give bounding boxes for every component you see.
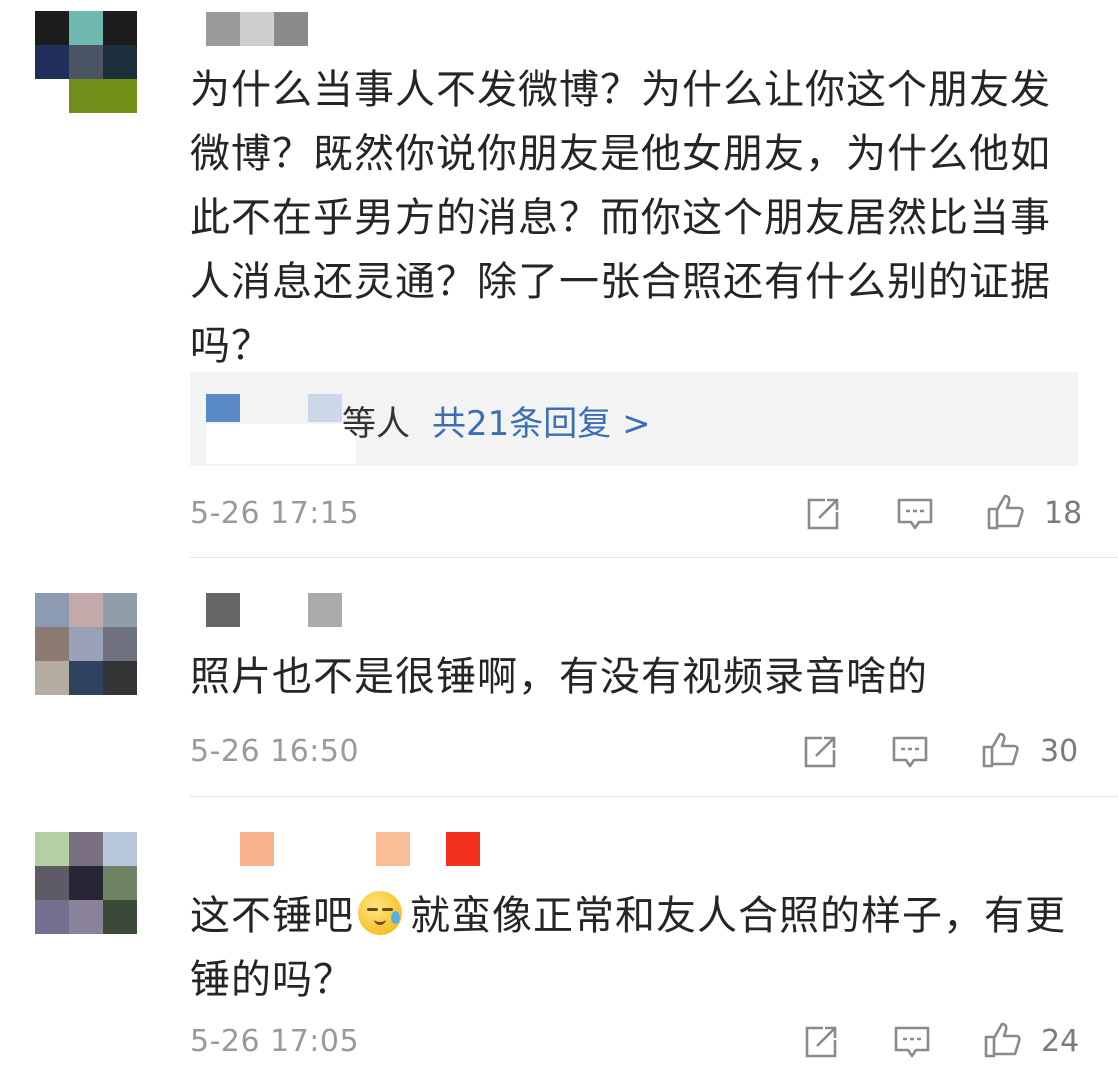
reply-avatar-blurred — [206, 394, 240, 422]
avatar[interactable] — [35, 593, 137, 695]
comment-text: 照片也不是很锤啊，有没有视频录音啥的 — [190, 654, 928, 700]
reply-preview[interactable]: 等人 共21条回复 > — [190, 372, 1078, 466]
share-button[interactable] — [800, 732, 840, 772]
like-count: 18 — [1044, 496, 1083, 531]
share-button[interactable] — [801, 1022, 841, 1062]
like-button[interactable] — [980, 730, 1020, 770]
share-button[interactable] — [803, 494, 843, 534]
like-icon — [982, 732, 1019, 768]
reply-name-blurred — [308, 394, 342, 422]
comment-button[interactable] — [890, 732, 930, 772]
share-icon — [804, 736, 836, 768]
like-icon — [987, 494, 1024, 530]
share-icon — [807, 498, 839, 530]
divider — [190, 557, 1118, 558]
comment-text: 为什么当事人不发微博？为什么让你这个朋友发微博？既然你说你朋友是他女朋友，为什么… — [190, 67, 1051, 369]
avatar[interactable] — [35, 832, 137, 934]
timestamp: 5-26 16:50 — [190, 734, 360, 769]
like-count: 24 — [1041, 1024, 1080, 1059]
like-icon — [984, 1022, 1021, 1058]
comment-text: 这不锤吧 就蛮像正常和友人合照的样子，有更锤的吗？ — [190, 884, 1070, 1012]
avatar[interactable] — [35, 11, 137, 113]
comment-text-part: 这不锤吧 — [190, 893, 354, 939]
share-icon — [805, 1026, 837, 1058]
reply-name-blurred — [206, 424, 356, 464]
sweat-emoji-icon — [358, 891, 402, 935]
timestamp: 5-26 17:15 — [190, 496, 360, 531]
comment-button[interactable] — [895, 494, 935, 534]
reply-prefix: 等人 — [342, 404, 410, 444]
comment-icon — [897, 498, 933, 530]
view-replies-link[interactable]: 共21条回复 > — [432, 396, 651, 445]
divider — [190, 796, 1118, 797]
comment-icon — [894, 1026, 930, 1058]
timestamp: 5-26 17:05 — [190, 1024, 360, 1059]
comment-button[interactable] — [892, 1022, 932, 1062]
like-button[interactable] — [985, 492, 1025, 532]
comment-icon — [892, 736, 928, 768]
like-button[interactable] — [982, 1020, 1022, 1060]
like-count: 30 — [1040, 734, 1079, 769]
